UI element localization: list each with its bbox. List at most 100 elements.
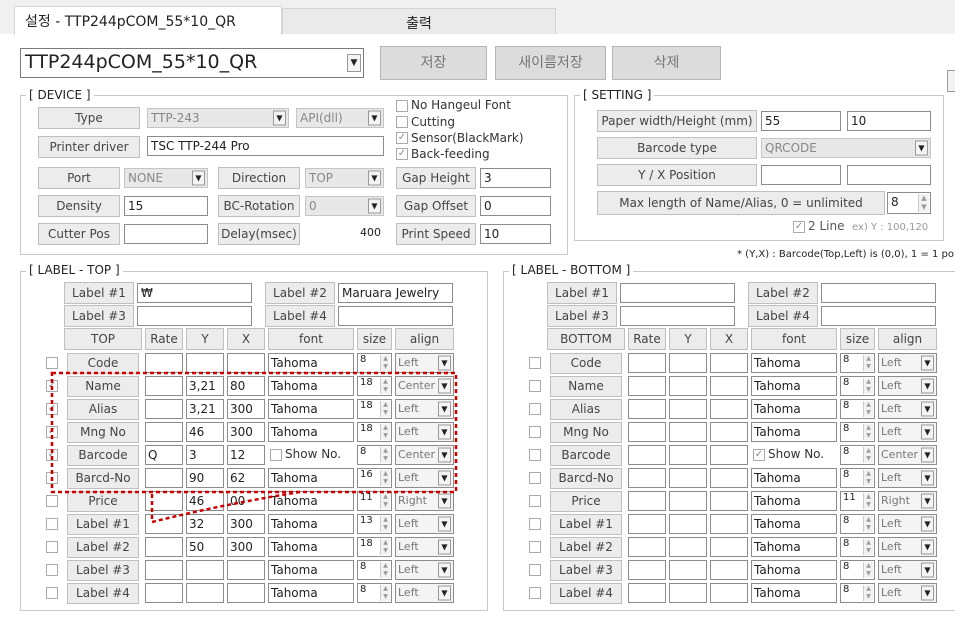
spinner-icon[interactable]: ▲ ▼: [380, 493, 390, 509]
bottom-label1-field[interactable]: [620, 283, 735, 303]
label_bottom-row-align[interactable]: Left ▼: [878, 537, 937, 557]
label_top-row-size[interactable]: 8 ▲ ▼: [357, 583, 392, 603]
label_top-row-rate[interactable]: [145, 353, 183, 373]
label_top-row-y[interactable]: 46: [186, 422, 224, 442]
spinner-icon[interactable]: ▲ ▼: [380, 355, 390, 371]
label_bottom-row-rate[interactable]: [628, 445, 666, 465]
chevron-down-icon[interactable]: ▼: [921, 516, 934, 532]
label_bottom-row-font[interactable]: Tahoma: [751, 560, 837, 580]
spinner-icon[interactable]: ▲ ▼: [380, 378, 390, 394]
label_top-row-checkbox[interactable]: ✓: [46, 449, 58, 461]
label_bottom-row-size[interactable]: 8 ▲ ▼: [840, 445, 875, 465]
label_bottom-row-x[interactable]: [710, 583, 748, 603]
label_top-row-x[interactable]: 00: [227, 491, 265, 511]
cutter-pos-field[interactable]: [124, 224, 208, 244]
top-label1-field[interactable]: ₩: [137, 283, 252, 303]
chevron-down-icon[interactable]: ▼: [273, 110, 286, 126]
chevron-down-icon[interactable]: ▼: [438, 585, 451, 601]
label_bottom-row-checkbox[interactable]: [529, 587, 541, 599]
save-button[interactable]: 저장: [380, 46, 487, 80]
label_top-row-font[interactable]: Tahoma: [268, 537, 354, 557]
spinner-icon[interactable]: ▲ ▼: [863, 424, 873, 440]
chevron-down-icon[interactable]: ▼: [438, 378, 451, 394]
label_bottom-row-rate[interactable]: [628, 353, 666, 373]
label_top-row-align[interactable]: Left ▼: [395, 353, 454, 373]
label_top-row-size[interactable]: 8 ▲ ▼: [357, 560, 392, 580]
spinner-icon[interactable]: ▲ ▼: [380, 447, 390, 463]
label_top-row-checkbox[interactable]: [46, 587, 58, 599]
chevron-down-icon[interactable]: ▼: [438, 447, 451, 463]
spinner-icon[interactable]: ▲ ▼: [380, 470, 390, 486]
label_bottom-row-x[interactable]: [710, 514, 748, 534]
label_top-row-align[interactable]: Left ▼: [395, 422, 454, 442]
bottom-label3-field[interactable]: [620, 306, 735, 326]
bc-rotation-select[interactable]: 0 ▼: [305, 196, 384, 216]
label_top-row-align[interactable]: Left ▼: [395, 560, 454, 580]
label_bottom-row-y[interactable]: [669, 353, 707, 373]
label_bottom-row-font[interactable]: Tahoma: [751, 468, 837, 488]
spinner-icon[interactable]: ▲ ▼: [863, 355, 873, 371]
label_top-row-checkbox[interactable]: [46, 495, 58, 507]
label_bottom-row-size[interactable]: 8 ▲ ▼: [840, 514, 875, 534]
api-select[interactable]: API(dll) ▼: [296, 108, 384, 128]
label_bottom-row-align[interactable]: Center ▼: [878, 445, 937, 465]
delete-button[interactable]: 삭제: [612, 46, 721, 80]
label_bottom-row-y[interactable]: [669, 422, 707, 442]
label_top-row-checkbox[interactable]: [46, 518, 58, 530]
spinner-icon[interactable]: ▲ ▼: [918, 194, 929, 212]
spinner-icon[interactable]: ▲ ▼: [380, 516, 390, 532]
label_bottom-row-font[interactable]: Tahoma: [751, 583, 837, 603]
label_bottom-row-rate[interactable]: [628, 468, 666, 488]
label_top-row-font[interactable]: Tahoma: [268, 376, 354, 396]
label_bottom-show-no[interactable]: ✓ Show No.: [751, 447, 837, 465]
spinner-icon[interactable]: ▲ ▼: [863, 516, 873, 532]
chevron-down-icon[interactable]: ▼: [921, 378, 934, 394]
label_top-row-y[interactable]: 3,21: [186, 399, 224, 419]
chevron-down-icon[interactable]: ▼: [921, 424, 934, 440]
label_top-show-no[interactable]: Show No.: [268, 447, 354, 465]
label_top-row-y[interactable]: [186, 353, 224, 373]
label_bottom-row-y[interactable]: [669, 445, 707, 465]
back-feeding-checkbox[interactable]: ✓: [396, 148, 408, 160]
label_top-row-rate[interactable]: [145, 560, 183, 580]
label_bottom-row-checkbox[interactable]: [529, 495, 541, 507]
label_bottom-row-size[interactable]: 8 ▲ ▼: [840, 468, 875, 488]
spinner-icon[interactable]: ▲ ▼: [863, 562, 873, 578]
spinner-icon[interactable]: ▲ ▼: [380, 585, 390, 601]
spinner-icon[interactable]: ▲ ▼: [863, 470, 873, 486]
label_bottom-row-x[interactable]: [710, 376, 748, 396]
spinner-icon[interactable]: ▲ ▼: [380, 424, 390, 440]
top-label3-field[interactable]: [137, 306, 252, 326]
label_top-row-font[interactable]: Tahoma: [268, 399, 354, 419]
label_top-row-checkbox[interactable]: ✓: [46, 403, 58, 415]
paper-width-field[interactable]: 55: [761, 111, 841, 131]
label_bottom-row-x[interactable]: [710, 445, 748, 465]
chevron-down-icon[interactable]: ▼: [192, 170, 205, 186]
label_bottom-row-size[interactable]: 8 ▲ ▼: [840, 353, 875, 373]
label_bottom-row-y[interactable]: [669, 399, 707, 419]
label_top-row-size[interactable]: 18 ▲ ▼: [357, 422, 392, 442]
label_bottom-row-font[interactable]: Tahoma: [751, 491, 837, 511]
label_bottom-row-font[interactable]: Tahoma: [751, 537, 837, 557]
printer-driver-button[interactable]: Printer driver: [38, 136, 140, 158]
label_top-row-size[interactable]: 18 ▲ ▼: [357, 399, 392, 419]
label_bottom-row-align[interactable]: Left ▼: [878, 583, 937, 603]
label_bottom-row-x[interactable]: [710, 422, 748, 442]
label_top-row-y[interactable]: 32: [186, 514, 224, 534]
x-position-field[interactable]: [847, 165, 931, 185]
chevron-down-icon[interactable]: ▼: [368, 170, 381, 186]
label_bottom-row-checkbox[interactable]: [529, 518, 541, 530]
save-as-button[interactable]: 새이름저장: [495, 46, 606, 80]
label_bottom-row-size[interactable]: 11 ▲ ▼: [840, 491, 875, 511]
label_top-row-y[interactable]: 46: [186, 491, 224, 511]
label_top-row-x[interactable]: 300: [227, 514, 265, 534]
chevron-down-icon[interactable]: ▼: [921, 401, 934, 417]
gap-offset-field[interactable]: 0: [480, 196, 551, 216]
chevron-down-icon[interactable]: ▼: [921, 470, 934, 486]
tab-output[interactable]: 출력: [282, 8, 556, 34]
chevron-down-icon[interactable]: ▼: [438, 516, 451, 532]
label_top-row-size[interactable]: 8 ▲ ▼: [357, 445, 392, 465]
label_top-row-x[interactable]: [227, 583, 265, 603]
label_bottom-row-size[interactable]: 8 ▲ ▼: [840, 399, 875, 419]
print-speed-field[interactable]: 10: [480, 224, 551, 244]
